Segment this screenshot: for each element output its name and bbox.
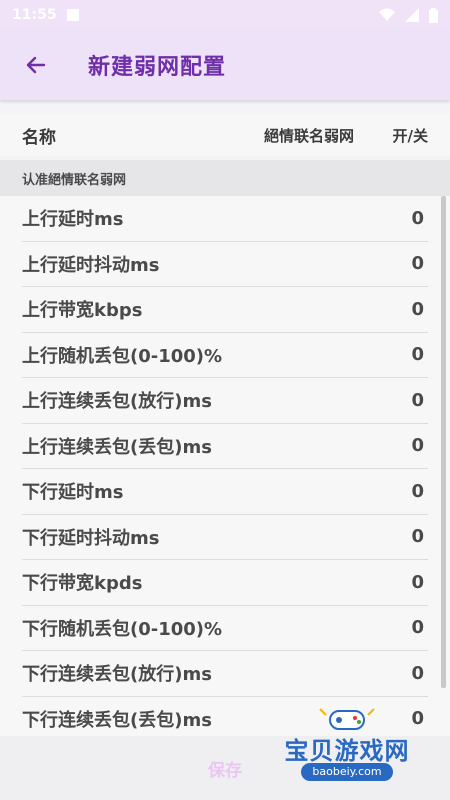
row-label: 上行延时ms (22, 209, 124, 231)
row-label: 下行延时抖动ms (22, 527, 160, 549)
list-item[interactable]: 下行延时抖动ms 0 (22, 515, 428, 560)
row-value[interactable]: 0 (411, 663, 424, 684)
list-item[interactable]: 下行延时ms 0 (22, 469, 428, 515)
row-value[interactable]: 0 (411, 481, 424, 502)
notification-icon (66, 9, 79, 21)
watermark-title: 宝贝游戏网 (284, 737, 410, 765)
preset-column-label: 絕情联名弱网 (263, 126, 354, 145)
page-title: 新建弱网配置 (88, 55, 227, 80)
watermark-url: baobeiy.com (301, 763, 393, 781)
signal-icon (405, 8, 419, 22)
app-bar: 新建弱网配置 (0, 30, 450, 100)
list-scrollbar[interactable] (441, 196, 446, 688)
row-label: 下行带宽kpds (22, 573, 143, 595)
list-item[interactable]: 下行连续丢包(放行)ms 0 (22, 651, 428, 697)
list-item[interactable]: 上行延时抖动ms 0 (22, 242, 428, 287)
row-label: 下行连续丢包(放行)ms (22, 664, 212, 686)
row-label: 下行连续丢包(丢包)ms (22, 709, 212, 731)
table-header: 名称 絕情联名弱网 开/关 (0, 114, 450, 156)
list-item[interactable]: 上行随机丢包(0-100)% 0 (22, 333, 428, 378)
save-button[interactable]: 保存 (208, 756, 242, 781)
row-value[interactable]: 0 (411, 390, 424, 411)
section-label: 认准絕情联名弱网 (22, 172, 127, 188)
toggle-column-label: 开/关 (392, 126, 428, 145)
settings-list[interactable]: 上行延时ms 0 上行延时抖动ms 0 上行带宽kbps 0 上行随机丢包(0-100… (0, 196, 450, 736)
list-item[interactable]: 上行带宽kbps 0 (22, 287, 428, 333)
battery-icon (429, 7, 438, 23)
list-item[interactable]: 上行延时ms 0 (22, 196, 428, 242)
list-item[interactable]: 上行连续丢包(丢包)ms 0 (22, 424, 428, 469)
row-value[interactable]: 0 (411, 299, 424, 320)
row-value[interactable]: 0 (411, 572, 424, 593)
status-time: 11:55 (12, 7, 57, 23)
wifi-icon (379, 8, 395, 21)
row-label: 上行随机丢包(0-100)% (22, 345, 223, 367)
row-value[interactable]: 0 (411, 617, 424, 638)
row-value[interactable]: 0 (411, 344, 424, 365)
row-label: 下行延时ms (22, 482, 124, 504)
row-label: 上行连续丢包(丢包)ms (22, 436, 212, 458)
row-value[interactable]: 0 (411, 253, 424, 274)
list-item[interactable]: 上行连续丢包(放行)ms 0 (22, 378, 428, 424)
list-item[interactable]: 下行带宽kpds 0 (22, 560, 428, 606)
back-button[interactable] (18, 47, 54, 83)
row-label: 下行随机丢包(0-100)% (22, 618, 223, 640)
row-value[interactable]: 0 (411, 208, 424, 229)
section-header: 认准絕情联名弱网 (0, 160, 450, 196)
status-bar: 11:55 (0, 0, 450, 30)
row-label: 上行带宽kbps (22, 300, 143, 322)
name-column-label: 名称 (22, 127, 56, 148)
row-label: 上行延时抖动ms (22, 254, 160, 276)
arrow-left-icon (26, 56, 46, 74)
row-value[interactable]: 0 (411, 435, 424, 456)
row-label: 上行连续丢包(放行)ms (22, 391, 212, 413)
row-value[interactable]: 0 (411, 526, 424, 547)
list-item[interactable]: 下行随机丢包(0-100)% 0 (22, 606, 428, 651)
watermark-logo: 宝贝游戏网 baobeiy.com (272, 705, 422, 795)
